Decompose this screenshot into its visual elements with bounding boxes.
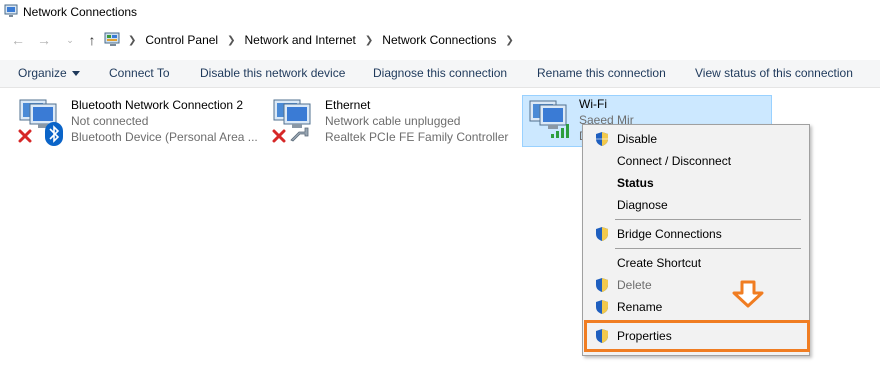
command-toolbar: Organize Connect To Disable this network…	[0, 60, 880, 88]
back-arrow-icon[interactable]: ←	[10, 32, 26, 48]
rename-button[interactable]: Rename this connection	[537, 66, 666, 80]
menu-item-disable[interactable]: Disable	[583, 128, 809, 150]
menu-separator	[615, 248, 801, 249]
menu-item-status[interactable]: Status	[583, 172, 809, 194]
uac-shield-icon	[596, 300, 608, 314]
caret-down-icon	[71, 71, 80, 77]
organize-label: Organize	[18, 66, 67, 80]
breadcrumb-separator-icon[interactable]: ❯	[505, 35, 513, 46]
menu-item-label: Disable	[617, 132, 658, 146]
menu-item-connect-disconnect[interactable]: Connect / Disconnect	[583, 150, 809, 172]
connection-device: Realtek PCIe FE Family Controller	[325, 130, 509, 144]
network-connections-icon	[4, 4, 18, 17]
view-status-button[interactable]: View status of this connection	[695, 66, 853, 80]
recent-locations-chevron-icon[interactable]: ⌄	[62, 32, 78, 48]
menu-item-bridge-connections[interactable]: Bridge Connections	[583, 223, 809, 245]
menu-item-diagnose[interactable]: Diagnose	[583, 194, 809, 216]
breadcrumb-control-panel[interactable]: Control Panel	[145, 33, 218, 47]
up-arrow-icon[interactable]: ↑	[84, 32, 100, 48]
menu-item-delete: Delete	[583, 274, 809, 296]
connect-to-button[interactable]: Connect To	[109, 66, 170, 80]
disable-device-button[interactable]: Disable this network device	[200, 66, 345, 80]
properties-highlight-box	[584, 320, 810, 352]
red-x-icon	[272, 129, 286, 143]
down-arrow-icon	[732, 280, 764, 308]
red-x-icon	[18, 129, 32, 143]
breadcrumb: ❯ Control Panel ❯ Network and Internet ❯…	[104, 28, 523, 52]
connection-name: Ethernet	[325, 98, 371, 112]
menu-item-label: Delete	[617, 278, 652, 292]
menu-item-rename[interactable]: Rename	[583, 296, 809, 318]
menu-item-create-shortcut[interactable]: Create Shortcut	[583, 252, 809, 274]
breadcrumb-network-connections[interactable]: Network Connections	[382, 33, 496, 47]
menu-item-label: Connect / Disconnect	[617, 154, 732, 168]
uac-shield-icon	[596, 227, 608, 241]
menu-item-label: Create Shortcut	[617, 256, 702, 270]
organize-menu-button[interactable]: Organize	[18, 66, 80, 80]
forward-arrow-icon[interactable]: →	[36, 32, 52, 48]
menu-item-label: Diagnose	[617, 198, 668, 212]
breadcrumb-network-and-internet[interactable]: Network and Internet	[245, 33, 356, 47]
menu-item-label: Rename	[617, 300, 663, 314]
window-title: Network Connections	[23, 5, 138, 19]
title-bar: Network Connections	[0, 0, 880, 24]
signal-bars-icon	[551, 124, 569, 138]
network-cable-icon	[290, 127, 309, 142]
connection-item-ethernet[interactable]: Ethernet Network cable unplugged Realtek…	[270, 96, 514, 148]
menu-separator	[615, 219, 801, 220]
control-panel-icon	[104, 32, 120, 46]
breadcrumb-separator-icon[interactable]: ❯	[128, 35, 136, 46]
connection-status: Not connected	[71, 114, 149, 128]
breadcrumb-separator-icon[interactable]: ❯	[365, 35, 373, 46]
address-bar: ← → ⌄ ↑ ❯ Control Panel ❯ Network and In…	[0, 28, 880, 52]
connection-status: Network cable unplugged	[325, 114, 461, 128]
connection-device: Bluetooth Device (Personal Area ...	[71, 130, 258, 144]
diagnose-button[interactable]: Diagnose this connection	[373, 66, 507, 80]
bluetooth-icon	[45, 122, 63, 146]
menu-item-label: Status	[617, 176, 654, 190]
menu-item-label: Bridge Connections	[617, 227, 722, 241]
breadcrumb-separator-icon[interactable]: ❯	[227, 35, 235, 46]
connection-item-bluetooth[interactable]: Bluetooth Network Connection 2 Not conne…	[16, 96, 260, 148]
uac-shield-icon	[596, 278, 608, 292]
connection-name: Wi-Fi	[579, 97, 607, 111]
connection-name: Bluetooth Network Connection 2	[71, 98, 244, 112]
uac-shield-icon	[596, 132, 608, 146]
